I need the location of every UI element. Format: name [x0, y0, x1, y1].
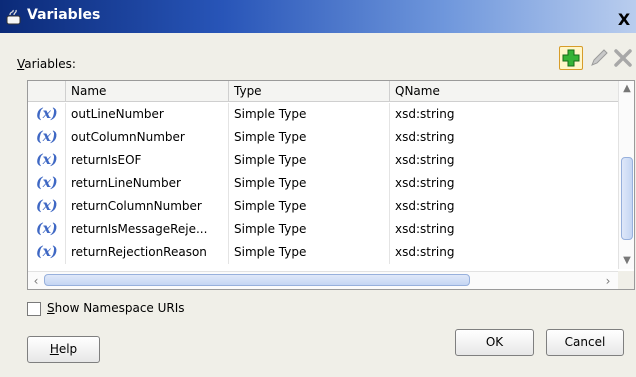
variable-icon: (x): [36, 175, 58, 191]
table-row[interactable]: (x) outLineNumber Simple Type xsd:string: [28, 103, 618, 126]
cell-qname: xsd:string: [395, 176, 455, 190]
cell-name: returnRejectionReason: [66, 241, 229, 264]
cell-name: returnLineNumber: [66, 172, 229, 195]
cell-qname: xsd:string: [395, 199, 455, 213]
scroll-up-icon[interactable]: ▲: [619, 81, 634, 97]
horizontal-scroll-thumb[interactable]: [44, 274, 470, 286]
cell-type: Simple Type: [229, 103, 390, 126]
add-icon: [562, 49, 580, 67]
cell-qname: xsd:string: [395, 245, 455, 259]
delete-variable-button[interactable]: [611, 46, 635, 70]
table-row[interactable]: (x) returnColumnNumber Simple Type xsd:s…: [28, 195, 618, 218]
table-row[interactable]: (x) outColumnNumber Simple Type xsd:stri…: [28, 126, 618, 149]
cell-type: Simple Type: [229, 218, 390, 241]
cancel-button[interactable]: Cancel: [546, 329, 624, 356]
app-icon: [6, 9, 21, 25]
column-header-qname[interactable]: QName: [390, 81, 618, 102]
vertical-scroll-thumb[interactable]: [621, 157, 633, 240]
add-variable-button[interactable]: [559, 46, 583, 70]
pencil-icon: [591, 49, 608, 66]
cell-qname: xsd:string: [395, 130, 455, 144]
cell-qname: xsd:string: [395, 222, 455, 236]
column-header-icon[interactable]: [28, 81, 66, 102]
vertical-scrollbar[interactable]: ▲ ▼: [618, 81, 634, 269]
cell-name: outColumnNumber: [66, 126, 229, 149]
ok-button[interactable]: OK: [455, 329, 534, 356]
cell-type: Simple Type: [229, 126, 390, 149]
scroll-down-icon[interactable]: ▼: [619, 253, 634, 269]
variable-icon: (x): [36, 244, 58, 260]
close-button[interactable]: X: [615, 11, 633, 29]
table-row[interactable]: (x) returnIsMessageReje... Simple Type x…: [28, 218, 618, 241]
help-button[interactable]: Help: [27, 336, 100, 363]
table-row[interactable]: (x) returnRejectionReason Simple Type xs…: [28, 241, 618, 264]
variables-label: Variables:: [17, 57, 76, 71]
table-row[interactable]: (x) returnLineNumber Simple Type xsd:str…: [28, 172, 618, 195]
variable-icon: (x): [36, 106, 58, 122]
variable-icon: (x): [36, 198, 58, 214]
variables-table: Name Type QName (x) outLineNumber Simple…: [27, 80, 635, 290]
cell-type: Simple Type: [229, 172, 390, 195]
variable-icon: (x): [36, 152, 58, 168]
cell-type: Simple Type: [229, 241, 390, 264]
delete-x-icon: [614, 49, 632, 67]
variable-icon: (x): [36, 221, 58, 237]
scroll-left-icon[interactable]: ‹: [28, 272, 44, 289]
cell-name: returnColumnNumber: [66, 195, 229, 218]
table-row[interactable]: (x) returnIsEOF Simple Type xsd:string: [28, 149, 618, 172]
show-namespace-uris-checkbox[interactable]: [27, 302, 41, 316]
window-title: Variables: [27, 7, 101, 23]
scroll-right-icon[interactable]: ›: [600, 272, 616, 289]
title-bar: Variables X: [0, 0, 636, 33]
edit-variable-button[interactable]: [587, 46, 611, 70]
cell-qname: xsd:string: [395, 107, 455, 121]
column-header-type[interactable]: Type: [229, 81, 390, 102]
cell-name: returnIsMessageReje...: [66, 218, 229, 241]
cell-type: Simple Type: [229, 195, 390, 218]
cell-qname: xsd:string: [395, 153, 455, 167]
horizontal-scrollbar[interactable]: ‹ ›: [28, 271, 618, 289]
variable-icon: (x): [36, 129, 58, 145]
table-header: Name Type QName: [28, 81, 618, 102]
scroll-corner: [618, 271, 634, 289]
cell-name: outLineNumber: [66, 103, 229, 126]
cell-type: Simple Type: [229, 149, 390, 172]
column-header-name[interactable]: Name: [66, 81, 229, 102]
cell-name: returnIsEOF: [66, 149, 229, 172]
show-namespace-uris-label[interactable]: Show Namespace URIs: [47, 301, 185, 315]
